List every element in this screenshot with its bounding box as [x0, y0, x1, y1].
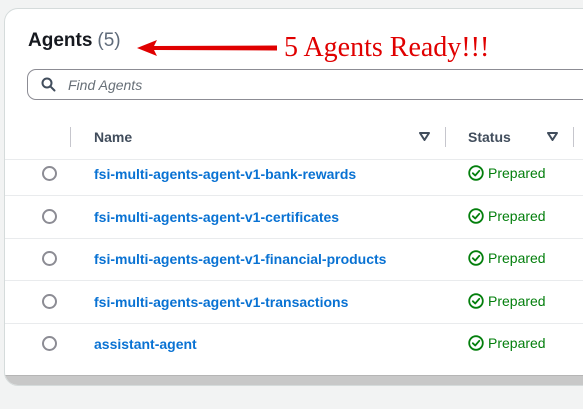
row-select-radio[interactable]: [42, 251, 57, 266]
agent-name-link[interactable]: fsi-multi-agents-agent-v1-financial-prod…: [94, 251, 386, 267]
table-row[interactable]: assistant-agent Prepared: [5, 323, 583, 365]
status-text: Prepared: [488, 208, 546, 224]
horizontal-scrollbar[interactable]: [5, 375, 583, 385]
status-badge: Prepared: [468, 208, 546, 224]
agents-panel: Agents(5) 5 Agents Ready!!! Name Status …: [4, 8, 583, 386]
agent-name-link[interactable]: assistant-agent: [94, 336, 197, 352]
table-row[interactable]: fsi-multi-agents-agent-v1-transactions P…: [5, 281, 583, 324]
column-header-status[interactable]: Status: [468, 129, 511, 145]
search-box[interactable]: [27, 69, 583, 100]
table-row[interactable]: fsi-multi-agents-agent-v1-bank-rewards P…: [5, 153, 583, 196]
check-circle-icon: [468, 165, 484, 181]
row-select-radio[interactable]: [42, 209, 57, 224]
row-select-radio[interactable]: [42, 166, 57, 181]
search-icon: [41, 77, 56, 92]
agent-count: (5): [97, 30, 121, 51]
agent-name-link[interactable]: fsi-multi-agents-agent-v1-bank-rewards: [94, 166, 356, 182]
page-title-text: Agents: [28, 30, 93, 51]
agent-name-link[interactable]: fsi-multi-agents-agent-v1-certificates: [94, 209, 339, 225]
status-text: Prepared: [488, 250, 546, 266]
agent-name-link[interactable]: fsi-multi-agents-agent-v1-transactions: [94, 294, 348, 310]
check-circle-icon: [468, 335, 484, 351]
status-badge: Prepared: [468, 335, 546, 351]
status-text: Prepared: [488, 293, 546, 309]
check-circle-icon: [468, 250, 484, 266]
search-input[interactable]: [68, 75, 468, 95]
status-badge: Prepared: [468, 293, 546, 309]
column-header-name[interactable]: Name: [94, 129, 132, 145]
check-circle-icon: [468, 293, 484, 309]
column-divider[interactable]: [573, 127, 574, 147]
table-row[interactable]: fsi-multi-agents-agent-v1-financial-prod…: [5, 238, 583, 281]
check-circle-icon: [468, 208, 484, 224]
column-divider: [70, 127, 71, 147]
row-select-radio[interactable]: [42, 294, 57, 309]
annotation-text: 5 Agents Ready!!!: [284, 32, 490, 63]
arrow-left-icon: [137, 40, 277, 56]
page-title: Agents (5): [28, 30, 121, 52]
status-badge: Prepared: [468, 165, 546, 181]
table-row[interactable]: fsi-multi-agents-agent-v1-certificates P…: [5, 196, 583, 239]
status-text: Prepared: [488, 165, 546, 181]
status-text: Prepared: [488, 335, 546, 351]
column-divider[interactable]: [445, 127, 446, 147]
status-badge: Prepared: [468, 250, 546, 266]
caret-down-icon[interactable]: [419, 132, 430, 141]
caret-down-icon[interactable]: [547, 132, 558, 141]
row-select-radio[interactable]: [42, 336, 57, 351]
